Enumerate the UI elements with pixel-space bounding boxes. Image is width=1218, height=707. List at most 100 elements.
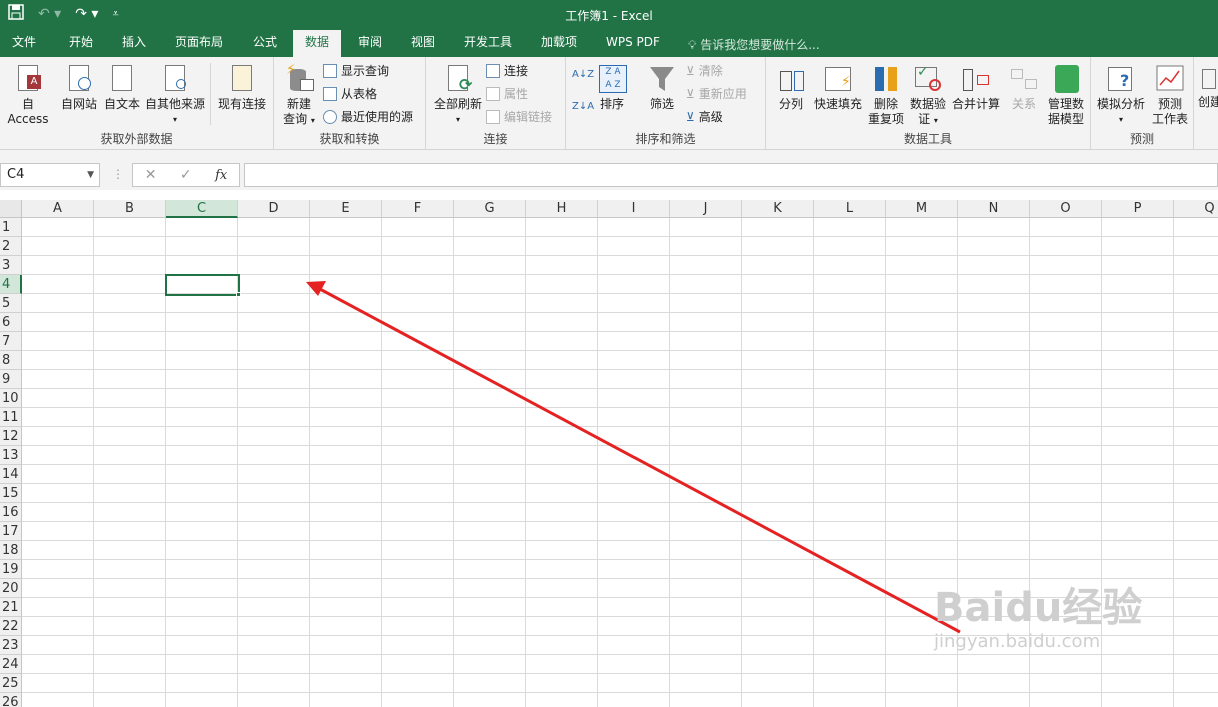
data-validation-button[interactable]: ✓ 数据验 证 ▾	[908, 63, 948, 128]
web-icon	[64, 63, 94, 95]
enter-icon[interactable]: ✓	[180, 167, 192, 183]
forecast-sheet-button[interactable]: 预测 工作表	[1149, 63, 1191, 127]
fill-handle[interactable]	[236, 292, 241, 297]
from-web-button[interactable]: 自网站	[58, 63, 100, 112]
column-header-k[interactable]: K	[742, 200, 814, 218]
tab-developer[interactable]: 开发工具	[452, 30, 524, 57]
row-header-4[interactable]: 4	[0, 275, 22, 294]
column-header-a[interactable]: A	[22, 200, 94, 218]
tell-me-search[interactable]: 💡︎ 告诉我您想要做什么...	[688, 36, 820, 53]
row-header-23[interactable]: 23	[0, 636, 22, 655]
row-header-5[interactable]: 5	[0, 294, 22, 313]
row-header-6[interactable]: 6	[0, 313, 22, 332]
row-header-26[interactable]: 26	[0, 693, 22, 707]
row-header-24[interactable]: 24	[0, 655, 22, 674]
row-header-7[interactable]: 7	[0, 332, 22, 351]
column-header-h[interactable]: H	[526, 200, 598, 218]
row-header-12[interactable]: 12	[0, 427, 22, 446]
relationships-button[interactable]: 关系	[1004, 63, 1044, 112]
column-header-g[interactable]: G	[454, 200, 526, 218]
edit-links-button[interactable]: 编辑链接	[486, 107, 552, 127]
tab-data[interactable]: 数据	[293, 30, 342, 57]
column-header-b[interactable]: B	[94, 200, 166, 218]
column-header-p[interactable]: P	[1102, 200, 1174, 218]
tab-page-layout[interactable]: 页面布局	[163, 30, 235, 57]
row-header-2[interactable]: 2	[0, 237, 22, 256]
formula-bar-grip-icon[interactable]: ⋮	[112, 167, 124, 181]
column-header-m[interactable]: M	[886, 200, 958, 218]
consolidate-button[interactable]: 合并计算	[950, 63, 1002, 112]
row-header-20[interactable]: 20	[0, 579, 22, 598]
column-header-l[interactable]: L	[814, 200, 886, 218]
remove-duplicates-button[interactable]: 删除 重复项	[866, 63, 906, 127]
from-other-sources-button[interactable]: 自其他来源 ▾	[143, 63, 207, 127]
edit-links-icon	[486, 110, 500, 124]
flash-fill-button[interactable]: ⚡︎ 快速填充	[812, 63, 864, 112]
baidu-watermark: Baidu经验 jingyan.baidu.com	[934, 575, 1142, 652]
recent-sources-button[interactable]: 最近使用的源	[323, 107, 413, 127]
advanced-button[interactable]: ⊻ 高级	[686, 107, 723, 127]
tab-wps-pdf[interactable]: WPS PDF	[594, 30, 672, 57]
formula-input[interactable]	[244, 163, 1218, 187]
reapply-button[interactable]: ⊻ 重新应用	[686, 84, 747, 104]
name-box-dropdown-icon[interactable]: ▼	[87, 164, 94, 186]
column-header-n[interactable]: N	[958, 200, 1030, 218]
row-header-25[interactable]: 25	[0, 674, 22, 693]
clear-button[interactable]: ⊻ 清除	[686, 61, 723, 81]
sort-ascending-button[interactable]: A↓Z	[572, 65, 594, 85]
row-header-21[interactable]: 21	[0, 598, 22, 617]
row-header-14[interactable]: 14	[0, 465, 22, 484]
column-header-c[interactable]: C	[166, 200, 238, 218]
active-cell[interactable]	[165, 274, 240, 296]
watermark-line2: jingyan.baidu.com	[934, 631, 1101, 652]
row-header-11[interactable]: 11	[0, 408, 22, 427]
tab-review[interactable]: 审阅	[346, 30, 394, 57]
text-to-columns-button[interactable]: 分列	[770, 63, 812, 112]
tab-view[interactable]: 视图	[399, 30, 447, 57]
sort-descending-button[interactable]: Z↓A	[572, 97, 594, 117]
column-header-d[interactable]: D	[238, 200, 310, 218]
row-header-22[interactable]: 22	[0, 617, 22, 636]
show-queries-button[interactable]: 显示查询	[323, 61, 389, 81]
column-header-o[interactable]: O	[1030, 200, 1102, 218]
column-header-f[interactable]: F	[382, 200, 454, 218]
tab-home[interactable]: 开始	[57, 30, 105, 57]
row-header-18[interactable]: 18	[0, 541, 22, 560]
filter-button[interactable]: 筛选	[644, 63, 680, 112]
row-header-9[interactable]: 9	[0, 370, 22, 389]
sort-button[interactable]: Z AA Z 排序	[594, 63, 630, 112]
tab-insert[interactable]: 插入	[110, 30, 158, 57]
row-header-13[interactable]: 13	[0, 446, 22, 465]
row-header-15[interactable]: 15	[0, 484, 22, 503]
row-header-16[interactable]: 16	[0, 503, 22, 522]
existing-connections-button[interactable]: 现有连接	[214, 63, 270, 112]
name-box[interactable]: C4 ▼	[0, 163, 100, 187]
column-header-j[interactable]: J	[670, 200, 742, 218]
column-header-q[interactable]: Q	[1174, 200, 1218, 218]
manage-data-model-button[interactable]: 管理数 据模型	[1044, 63, 1088, 127]
tab-file[interactable]: 文件	[0, 30, 48, 57]
from-text-button[interactable]: 自文本	[101, 63, 143, 112]
properties-button[interactable]: 属性	[486, 84, 528, 104]
connections-button[interactable]: 连接	[486, 61, 528, 81]
row-header-3[interactable]: 3	[0, 256, 22, 275]
data-validation-icon: ✓	[913, 63, 943, 95]
tab-addins[interactable]: 加载项	[529, 30, 589, 57]
column-header-i[interactable]: I	[598, 200, 670, 218]
column-header-e[interactable]: E	[310, 200, 382, 218]
tab-formulas[interactable]: 公式	[241, 30, 289, 57]
row-header-17[interactable]: 17	[0, 522, 22, 541]
row-header-10[interactable]: 10	[0, 389, 22, 408]
row-header-8[interactable]: 8	[0, 351, 22, 370]
create-group-button[interactable]: 创建	[1198, 63, 1218, 110]
refresh-all-button[interactable]: ⟳ 全部刷新 ▾	[430, 63, 486, 127]
row-header-19[interactable]: 19	[0, 560, 22, 579]
what-if-analysis-button[interactable]: ? 模拟分析 ▾	[1093, 63, 1149, 127]
cancel-icon[interactable]: ✕	[145, 167, 157, 183]
from-access-button[interactable]: A 自 Access	[0, 63, 56, 127]
row-header-1[interactable]: 1	[0, 218, 22, 237]
new-query-button[interactable]: ⚡︎ 新建 查询 ▾	[278, 63, 320, 128]
select-all-button[interactable]	[0, 200, 22, 218]
insert-function-icon[interactable]: fx	[215, 168, 227, 183]
from-table-button[interactable]: 从表格	[323, 84, 377, 104]
